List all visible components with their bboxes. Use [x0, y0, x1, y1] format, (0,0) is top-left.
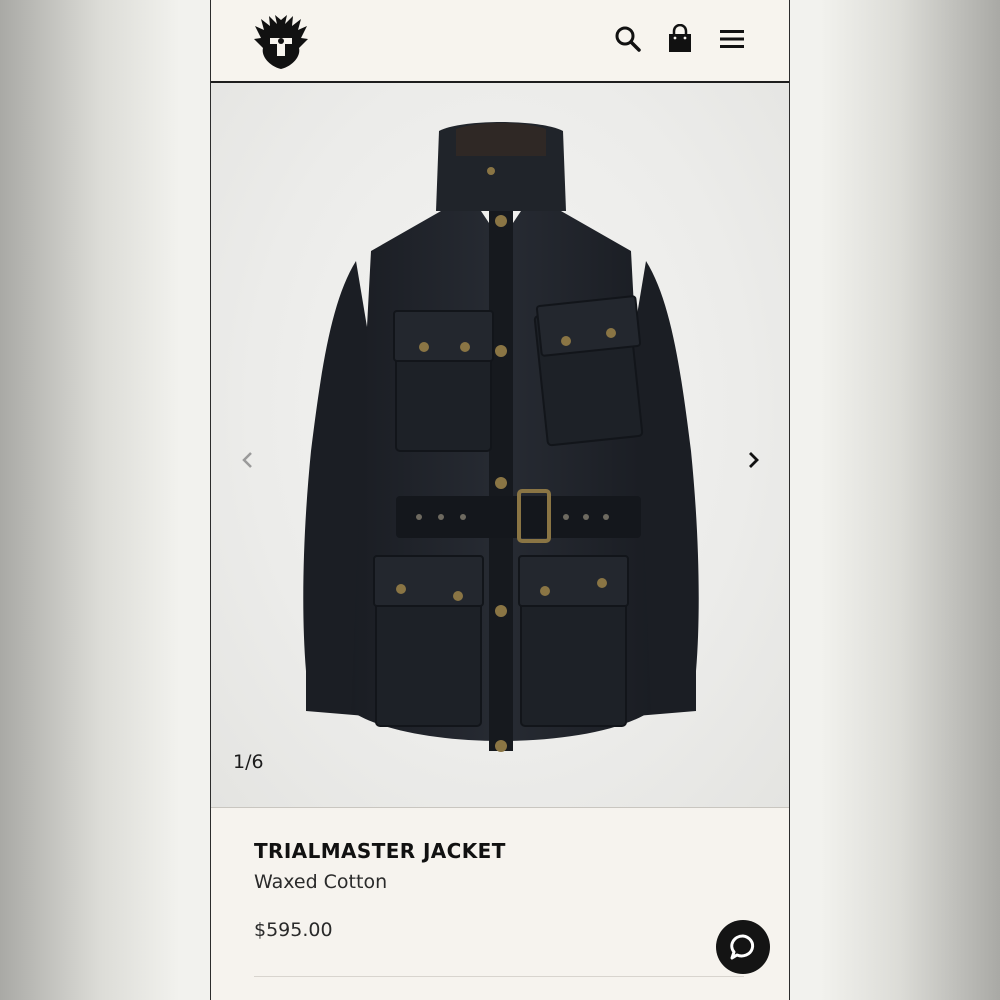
phoenix-logo-icon — [254, 15, 308, 69]
product-image-gallery[interactable]: 1/6 — [211, 83, 789, 808]
chat-bubble-icon — [730, 934, 755, 960]
shopping-bag-icon — [669, 24, 691, 52]
search-icon — [615, 26, 641, 52]
gallery-counter: 1/6 — [233, 751, 264, 773]
hamburger-menu-icon — [720, 30, 744, 48]
chevron-left-icon — [242, 452, 252, 468]
gallery-prev-button[interactable] — [233, 445, 263, 475]
product-title: TRIALMASTER JACKET — [254, 839, 506, 863]
shopping-bag-button[interactable] — [663, 22, 697, 56]
product-subtitle: Waxed Cotton — [254, 871, 388, 893]
search-button[interactable] — [611, 22, 645, 56]
gallery-next-button[interactable] — [738, 445, 768, 475]
brand-logo[interactable] — [251, 12, 311, 72]
mobile-viewport: 1/6 TRIALMASTER JACKET Waxed Cotton $595… — [210, 0, 790, 1000]
chat-button[interactable] — [716, 920, 770, 974]
menu-button[interactable] — [715, 22, 749, 56]
product-info: TRIALMASTER JACKET Waxed Cotton $595.00 — [211, 808, 789, 1000]
chevron-right-icon — [749, 452, 759, 468]
product-price: $595.00 — [254, 919, 333, 941]
site-header — [211, 0, 789, 83]
divider — [254, 976, 744, 977]
product-image — [303, 122, 699, 752]
